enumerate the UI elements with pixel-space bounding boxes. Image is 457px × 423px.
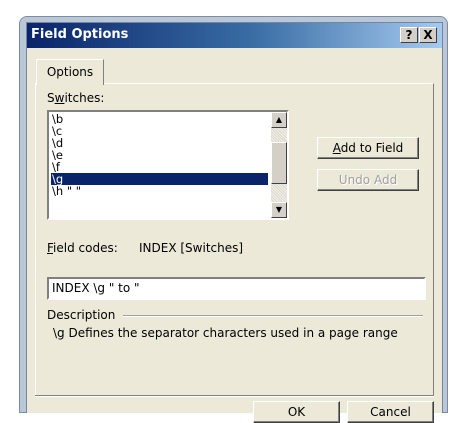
description-text: \g Defines the separator characters used… xyxy=(53,326,398,340)
vertical-scrollbar[interactable]: ▲ ▼ xyxy=(271,112,287,218)
list-item[interactable]: \d xyxy=(51,137,268,149)
scroll-down-arrow-icon[interactable]: ▼ xyxy=(271,202,287,218)
bottom-separator xyxy=(35,395,434,397)
list-item[interactable]: \c xyxy=(51,125,268,137)
field-codes-value: INDEX [Switches] xyxy=(139,241,244,255)
list-item[interactable]: \e xyxy=(51,149,268,161)
tab-options[interactable]: Options xyxy=(36,59,104,85)
window-title: Field Options xyxy=(31,27,129,42)
add-to-field-button[interactable]: Add to Field xyxy=(317,137,419,159)
description-group-line xyxy=(123,315,423,317)
field-code-input[interactable]: INDEX \g " to " xyxy=(47,277,426,300)
switches-listbox[interactable]: \b \c \d \e \f \g \h " " ▲ ▼ xyxy=(47,110,289,220)
switches-label: Switches: xyxy=(47,91,105,105)
close-button[interactable]: X xyxy=(419,27,437,43)
undo-add-button[interactable]: Undo Add xyxy=(317,169,419,191)
field-options-dialog: Field Options ? X Options Switches: \b \… xyxy=(26,22,443,423)
help-button[interactable]: ? xyxy=(400,27,418,43)
description-label: Description xyxy=(47,308,116,322)
list-item[interactable]: \b xyxy=(51,113,268,125)
list-item-selected[interactable]: \g xyxy=(51,173,268,185)
scroll-up-arrow-icon[interactable]: ▲ xyxy=(271,112,287,128)
ok-button[interactable]: OK xyxy=(253,401,340,423)
title-bar[interactable]: Field Options ? X xyxy=(27,23,442,48)
scroll-thumb[interactable] xyxy=(271,142,287,184)
list-item[interactable]: \f xyxy=(51,161,268,173)
list-item[interactable]: \h " " xyxy=(51,185,268,197)
field-codes-label: Field codes: xyxy=(47,241,118,255)
cancel-button[interactable]: Cancel xyxy=(347,401,434,423)
